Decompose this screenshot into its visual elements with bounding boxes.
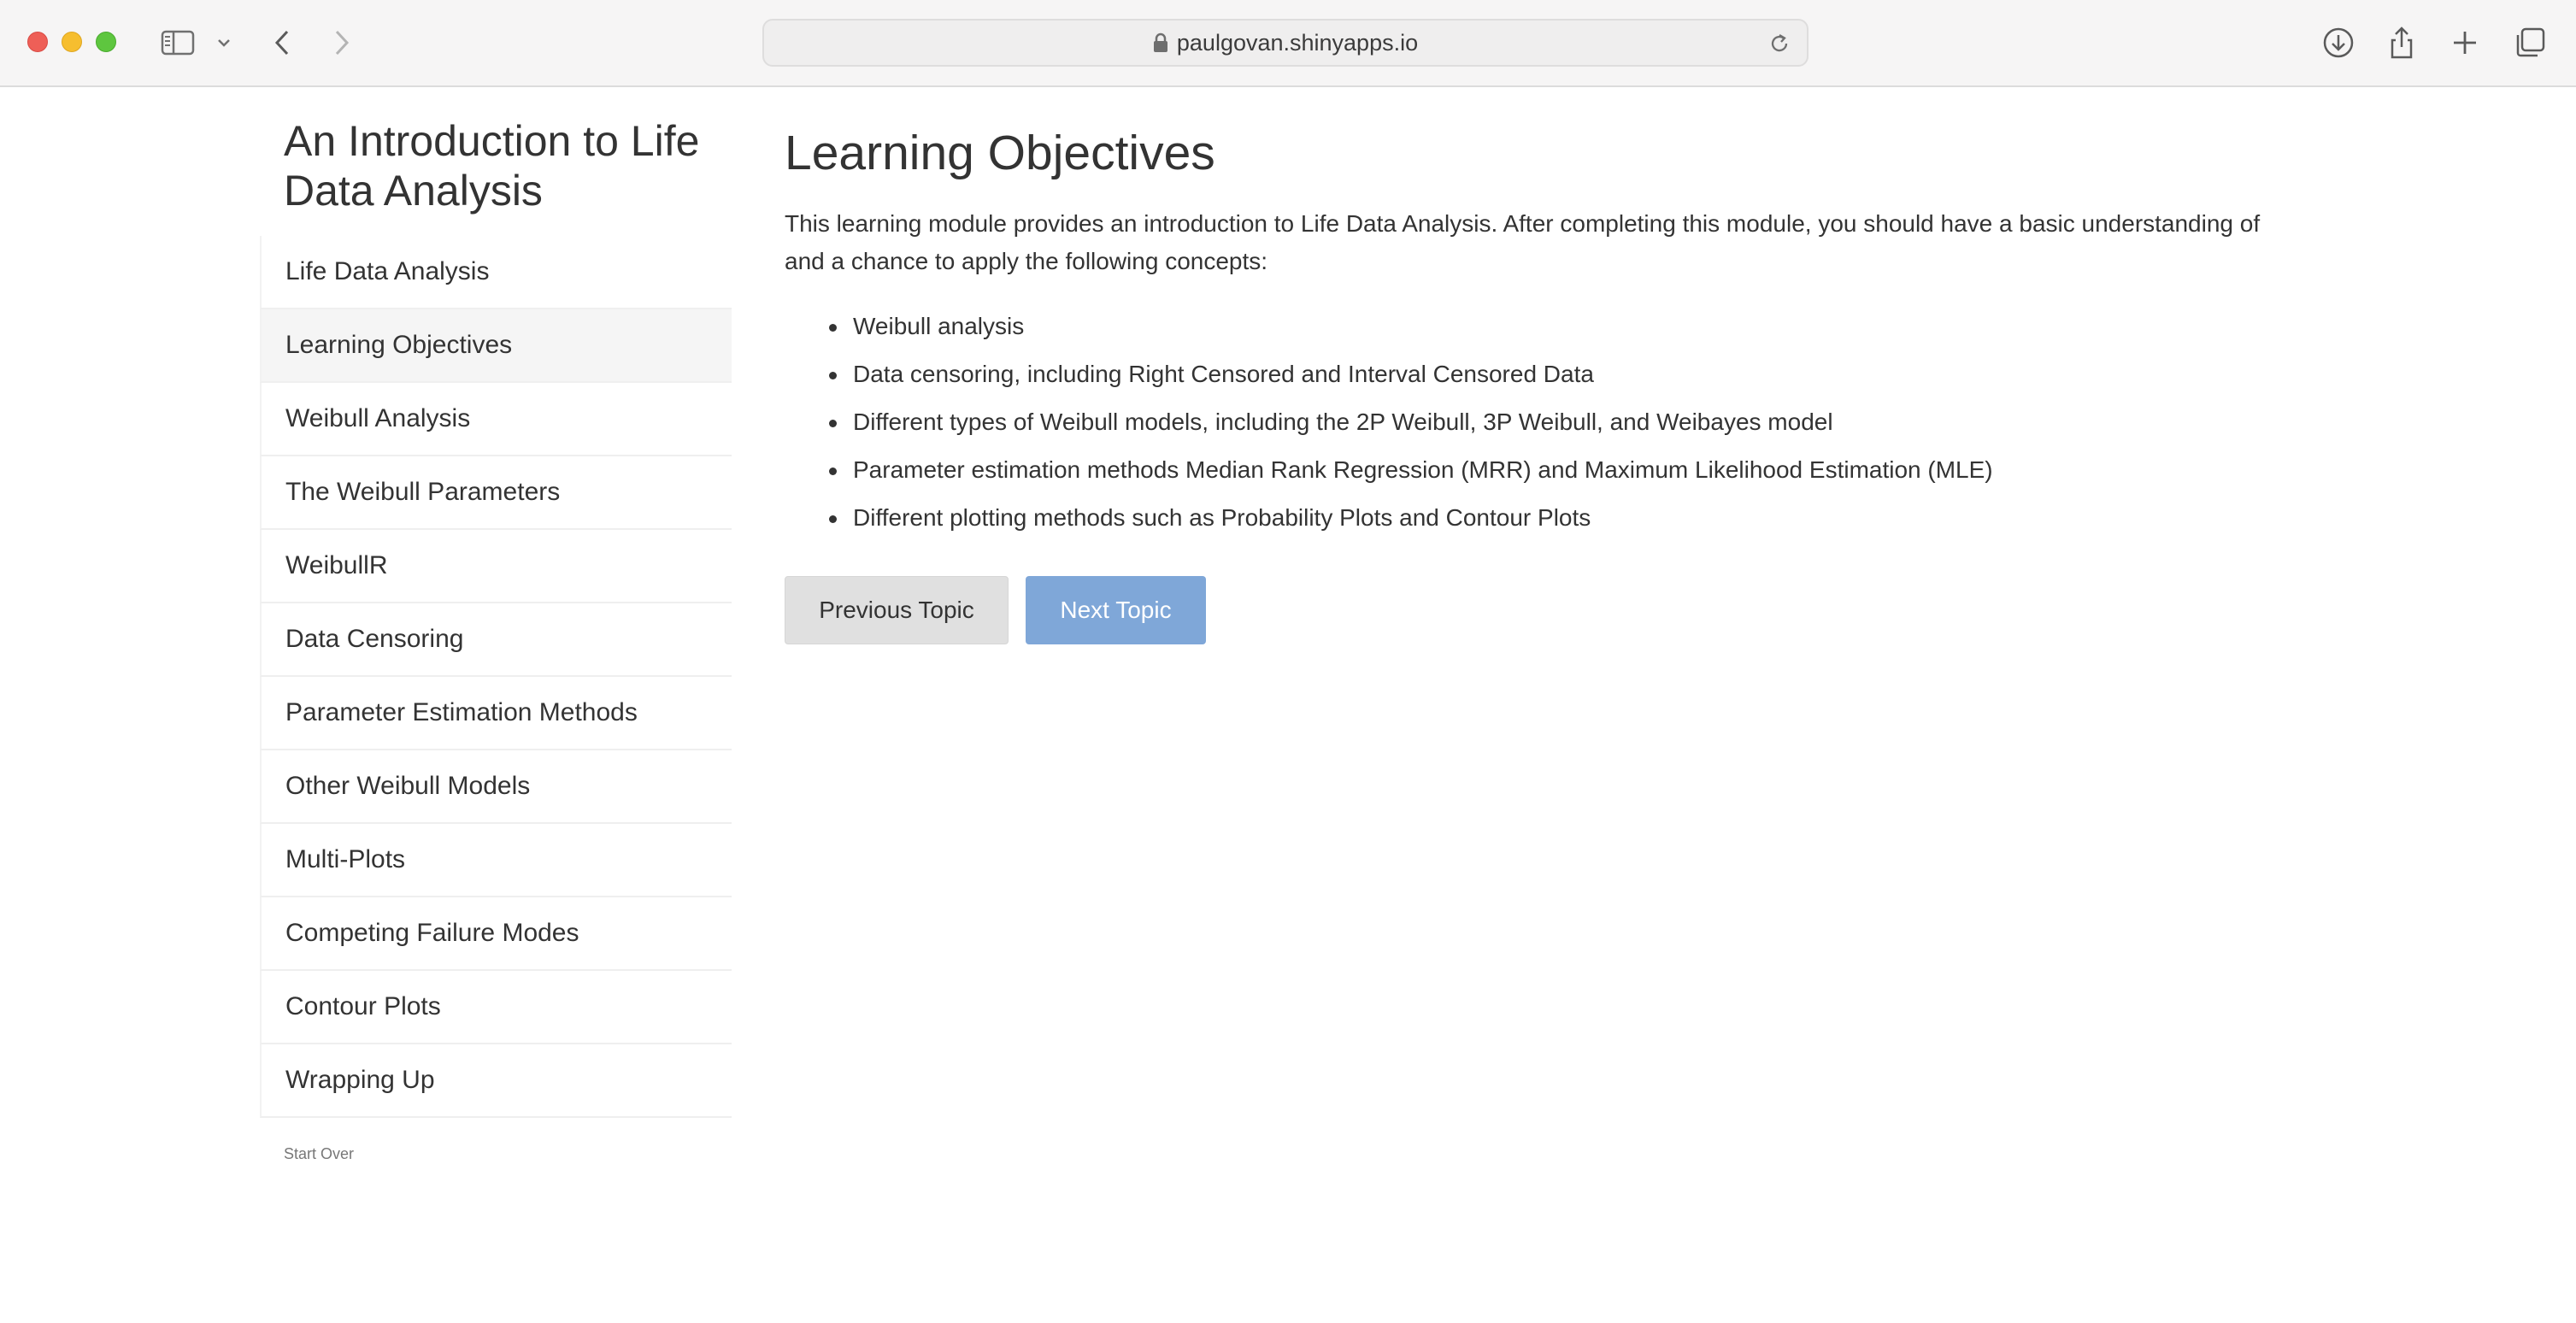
address-bar[interactable]: paulgovan.shinyapps.io <box>762 19 1808 67</box>
forward-arrow-icon[interactable] <box>330 24 354 62</box>
sidebar-nav: Life Data Analysis Learning Objectives W… <box>260 236 732 1118</box>
chevron-down-icon[interactable] <box>214 24 234 62</box>
zoom-window-button[interactable] <box>96 32 116 52</box>
list-item: Different types of Weibull models, inclu… <box>785 403 2272 451</box>
url-text: paulgovan.shinyapps.io <box>1176 29 1419 56</box>
nav-item-parameter-estimation[interactable]: Parameter Estimation Methods <box>260 677 732 750</box>
nav-item-weibull-analysis[interactable]: Weibull Analysis <box>260 383 732 456</box>
reload-icon[interactable] <box>1767 32 1791 60</box>
nav-item-other-weibull-models[interactable]: Other Weibull Models <box>260 750 732 824</box>
back-arrow-icon[interactable] <box>270 24 294 62</box>
sidebar-toggle-icon[interactable] <box>157 24 198 62</box>
nav-item-life-data-analysis[interactable]: Life Data Analysis <box>260 236 732 309</box>
app-title: An Introduction to Life Data Analysis <box>284 117 700 215</box>
concepts-list: Weibull analysis Data censoring, includi… <box>785 308 2272 547</box>
nav-item-multi-plots[interactable]: Multi-Plots <box>260 824 732 897</box>
nav-item-data-censoring[interactable]: Data Censoring <box>260 603 732 677</box>
tab-overview-icon[interactable] <box>2511 24 2549 62</box>
share-icon[interactable] <box>2385 24 2419 62</box>
nav-item-competing-failure-modes[interactable]: Competing Failure Modes <box>260 897 732 971</box>
nav-item-weibull-parameters[interactable]: The Weibull Parameters <box>260 456 732 530</box>
list-item: Parameter estimation methods Median Rank… <box>785 451 2272 499</box>
next-topic-button[interactable]: Next Topic <box>1026 576 1206 644</box>
minimize-window-button[interactable] <box>62 32 82 52</box>
nav-item-wrapping-up[interactable]: Wrapping Up <box>260 1044 732 1118</box>
new-tab-icon[interactable] <box>2448 24 2482 62</box>
lock-icon <box>1153 32 1168 53</box>
nav-item-contour-plots[interactable]: Contour Plots <box>260 971 732 1044</box>
nav-item-learning-objectives[interactable]: Learning Objectives <box>260 309 732 383</box>
browser-toolbar: paulgovan.shinyapps.io <box>0 0 2576 87</box>
nav-item-weibullr[interactable]: WeibullR <box>260 530 732 603</box>
page-title: Learning Objectives <box>785 126 1215 180</box>
previous-topic-button[interactable]: Previous Topic <box>785 576 1009 644</box>
intro-paragraph: This learning module provides an introdu… <box>785 210 2261 274</box>
close-window-button[interactable] <box>27 32 48 52</box>
list-item: Data censoring, including Right Censored… <box>785 356 2272 403</box>
download-icon[interactable] <box>2320 24 2357 62</box>
start-over-link[interactable]: Start Over <box>284 1145 354 1163</box>
list-item: Weibull analysis <box>785 308 2272 356</box>
list-item: Different plotting methods such as Proba… <box>785 499 2272 547</box>
